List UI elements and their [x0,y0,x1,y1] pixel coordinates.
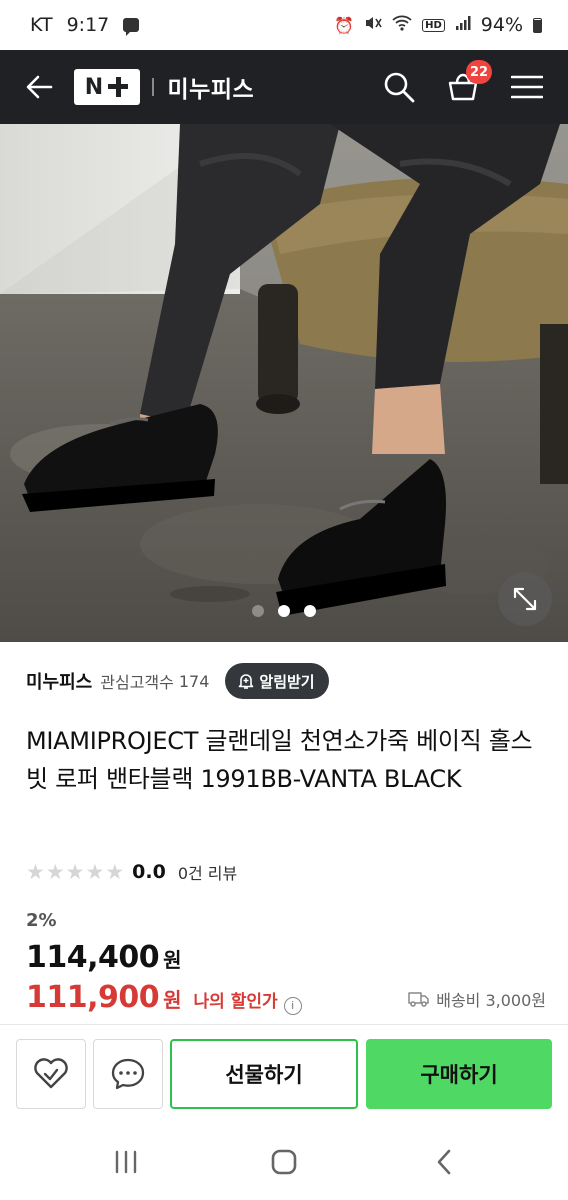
seller-row: 미누피스 관심고객수 174 알림받기 [26,662,329,700]
star-icon: ★ [45,859,65,884]
product-photo [0,124,568,642]
bell-plus-icon [239,674,254,689]
carousel-dot[interactable] [252,605,264,617]
star-icon: ★ [65,859,85,884]
back-button[interactable] [24,72,54,102]
back-arrow-icon [26,75,53,99]
my-discount-label: 나의 할인가 [193,992,278,1012]
carousel-dot[interactable] [304,605,316,617]
store-name[interactable]: 미누피스 [168,70,255,104]
sale-price: 111,900 [26,980,160,1015]
wishlist-button[interactable] [16,1039,86,1109]
shipping-info: 배송비 3,000원 [408,987,546,1011]
menu-icon [511,75,543,99]
chat-bubble-icon [111,1058,145,1090]
logo-plus-icon [107,76,129,98]
star-icon: ★ [85,859,105,884]
follower-label: 관심고객수 [100,673,174,692]
currency-label: 원 [163,948,182,972]
rating-value: 0.0 [132,861,166,883]
logo-letter: N [84,74,104,100]
carousel-dot[interactable] [278,605,290,617]
info-icon[interactable]: i [283,996,302,1015]
search-button[interactable] [382,70,416,104]
mute-icon [364,15,382,35]
expand-icon [513,587,537,611]
star-rating: ★ ★ ★ ★ ★ [26,859,125,884]
naver-plus-logo[interactable]: N [74,69,140,105]
wifi-icon [392,15,412,35]
original-price-row: 114,400 원 [26,940,182,975]
home-button[interactable] [264,1142,304,1182]
wishlist-heart-icon [34,1058,68,1089]
review-count-link[interactable]: 0건 리뷰 [178,860,237,884]
back-chevron-icon [437,1149,451,1175]
status-bar: KT 9:17 ⏰ HD 94% [0,0,568,50]
battery-icon [533,17,542,33]
header-divider [152,78,154,96]
alarm-label: 알림받기 [259,672,315,691]
star-icon: ★ [105,859,125,884]
chat-button[interactable] [93,1039,163,1109]
carousel-dots [252,605,316,617]
recent-apps-icon [115,1150,137,1174]
product-image-carousel[interactable] [0,124,568,642]
cart-count-badge: 22 [466,60,492,84]
cart-button[interactable]: 22 [446,60,492,104]
alarm-icon: ⏰ [334,15,355,35]
signal-icon [455,15,471,35]
gift-button[interactable]: 선물하기 [170,1039,358,1109]
alarm-button[interactable]: 알림받기 [225,663,329,699]
buy-button[interactable]: 구매하기 [366,1039,552,1109]
app-header: N 미누피스 22 [0,50,568,124]
battery-percent: 94% [480,14,523,36]
carrier-label: KT [30,14,53,36]
currency-label: 원 [163,988,182,1012]
discount-rate: 2% [26,910,57,931]
recent-apps-button[interactable] [106,1142,146,1182]
follower-count: 174 [178,671,210,691]
rating-row: ★ ★ ★ ★ ★ 0.0 0건 리뷰 [26,858,237,886]
sale-price-row: 111,900 원 나의 할인가 i 배송비 3,000원 [26,980,546,1015]
expand-image-button[interactable] [498,572,552,626]
clock: 9:17 [66,14,110,36]
product-title: MIAMIPROJECT 글랜데일 천연소가죽 베이직 홀스빗 로퍼 밴타블랙 … [26,727,533,793]
seller-name[interactable]: 미누피스 [26,668,92,694]
bottom-action-bar: 선물하기 구매하기 [0,1024,568,1120]
hd-icon: HD [422,18,445,32]
star-icon: ★ [26,859,45,884]
home-icon [271,1149,297,1175]
shipping-fee: 배송비 3,000원 [436,991,546,1010]
menu-button[interactable] [510,70,544,104]
search-icon [384,72,415,103]
message-icon [123,18,140,36]
truck-icon [408,992,429,1007]
original-price: 114,400 [26,940,160,975]
back-nav-button[interactable] [424,1142,464,1182]
android-navigation-bar [0,1120,568,1200]
